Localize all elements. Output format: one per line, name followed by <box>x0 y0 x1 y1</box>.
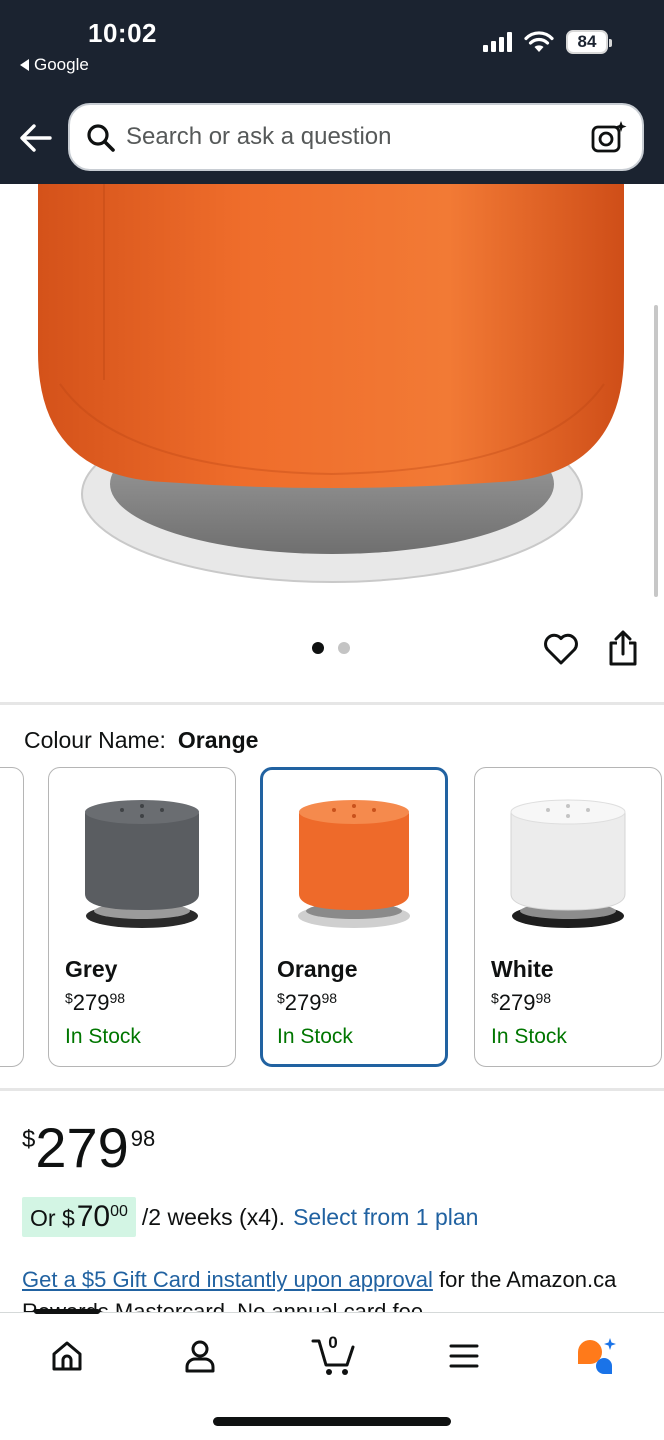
colour-swatch-orange[interactable]: Orange $27998 In Stock <box>260 767 448 1067</box>
nav-menu[interactable] <box>434 1331 494 1381</box>
product-price: $ 279 98 <box>22 1116 156 1179</box>
battery-level: 84 <box>577 32 597 51</box>
colour-label: Colour Name: <box>24 727 166 753</box>
cart-count: 0 <box>328 1333 338 1352</box>
select-plan-link[interactable]: Select from 1 plan <box>293 1204 478 1231</box>
nav-account[interactable] <box>170 1331 230 1381</box>
colour-swatch-partial[interactable] <box>0 767 24 1067</box>
colour-heading: Colour Name: Orange <box>24 727 258 754</box>
installment-offer: Or $70 00 /2 weeks (x4). Select from 1 pl… <box>22 1195 478 1239</box>
colour-swatch-white[interactable]: White $27998 In Stock <box>474 767 662 1067</box>
heart-icon[interactable] <box>542 630 580 668</box>
section-divider <box>0 1088 664 1091</box>
gift-card-link[interactable]: Get a $5 Gift Card instantly upon approv… <box>22 1267 433 1292</box>
installment-amount: Or $70 00 <box>22 1197 136 1237</box>
image-pagination[interactable] <box>312 642 350 654</box>
search-input[interactable] <box>126 117 566 157</box>
signal-icon <box>483 32 512 52</box>
person-icon <box>185 1340 215 1373</box>
page-dot[interactable] <box>338 642 350 654</box>
swatch-price: $27998 <box>277 990 338 1015</box>
swatch-stock: In Stock <box>65 1025 141 1048</box>
page-dot-active[interactable] <box>312 642 324 654</box>
installment-terms: /2 weeks (x4). <box>141 1203 286 1230</box>
back-to-app[interactable]: Google <box>20 55 89 75</box>
colour-swatch-grey[interactable]: Grey $27998 In Stock <box>48 767 236 1067</box>
orange-ottoman-thumbnail <box>298 800 410 928</box>
active-tab-indicator <box>34 1309 100 1314</box>
nav-home[interactable] <box>37 1331 97 1381</box>
swatch-name: Orange <box>277 956 358 982</box>
nav-cart[interactable]: 0 <box>302 1331 364 1381</box>
grey-ottoman-thumbnail <box>85 800 199 928</box>
home-icon <box>52 1341 82 1371</box>
swatch-stock: In Stock <box>277 1025 353 1048</box>
back-arrow-icon[interactable] <box>16 118 56 158</box>
section-divider <box>0 702 664 705</box>
status-indicators: 84 <box>483 30 612 54</box>
home-indicator[interactable] <box>213 1417 451 1426</box>
rufus-assistant-icon <box>578 1338 616 1374</box>
back-triangle-icon <box>20 59 29 71</box>
swatch-price: $27998 <box>491 990 552 1015</box>
selected-colour: Orange <box>177 727 259 753</box>
swatch-price: $27998 <box>65 990 126 1015</box>
status-time: 10:02 <box>88 18 157 48</box>
bottom-navigation: 0 <box>0 1309 664 1440</box>
ottoman-photo <box>38 184 624 583</box>
nav-rufus[interactable] <box>566 1331 626 1381</box>
share-icon[interactable] <box>606 628 640 668</box>
swatch-name: Grey <box>65 956 118 982</box>
scroll-indicator[interactable] <box>654 305 658 597</box>
gift-card-promo: Get a $5 Gift Card instantly upon approv… <box>22 1264 642 1312</box>
swatch-name: White <box>491 956 554 982</box>
top-header: 10:02 Google 84 <box>0 0 664 184</box>
wifi-icon <box>524 31 554 52</box>
camera-search-icon[interactable] <box>590 119 628 157</box>
search-bar[interactable] <box>68 103 644 171</box>
swatch-stock: In Stock <box>491 1025 567 1048</box>
white-ottoman-thumbnail <box>510 799 626 928</box>
back-app-label: Google <box>34 55 89 74</box>
search-icon <box>87 124 115 152</box>
menu-icon <box>449 1344 479 1368</box>
product-image[interactable] <box>0 184 664 704</box>
battery-icon: 84 <box>566 30 612 54</box>
